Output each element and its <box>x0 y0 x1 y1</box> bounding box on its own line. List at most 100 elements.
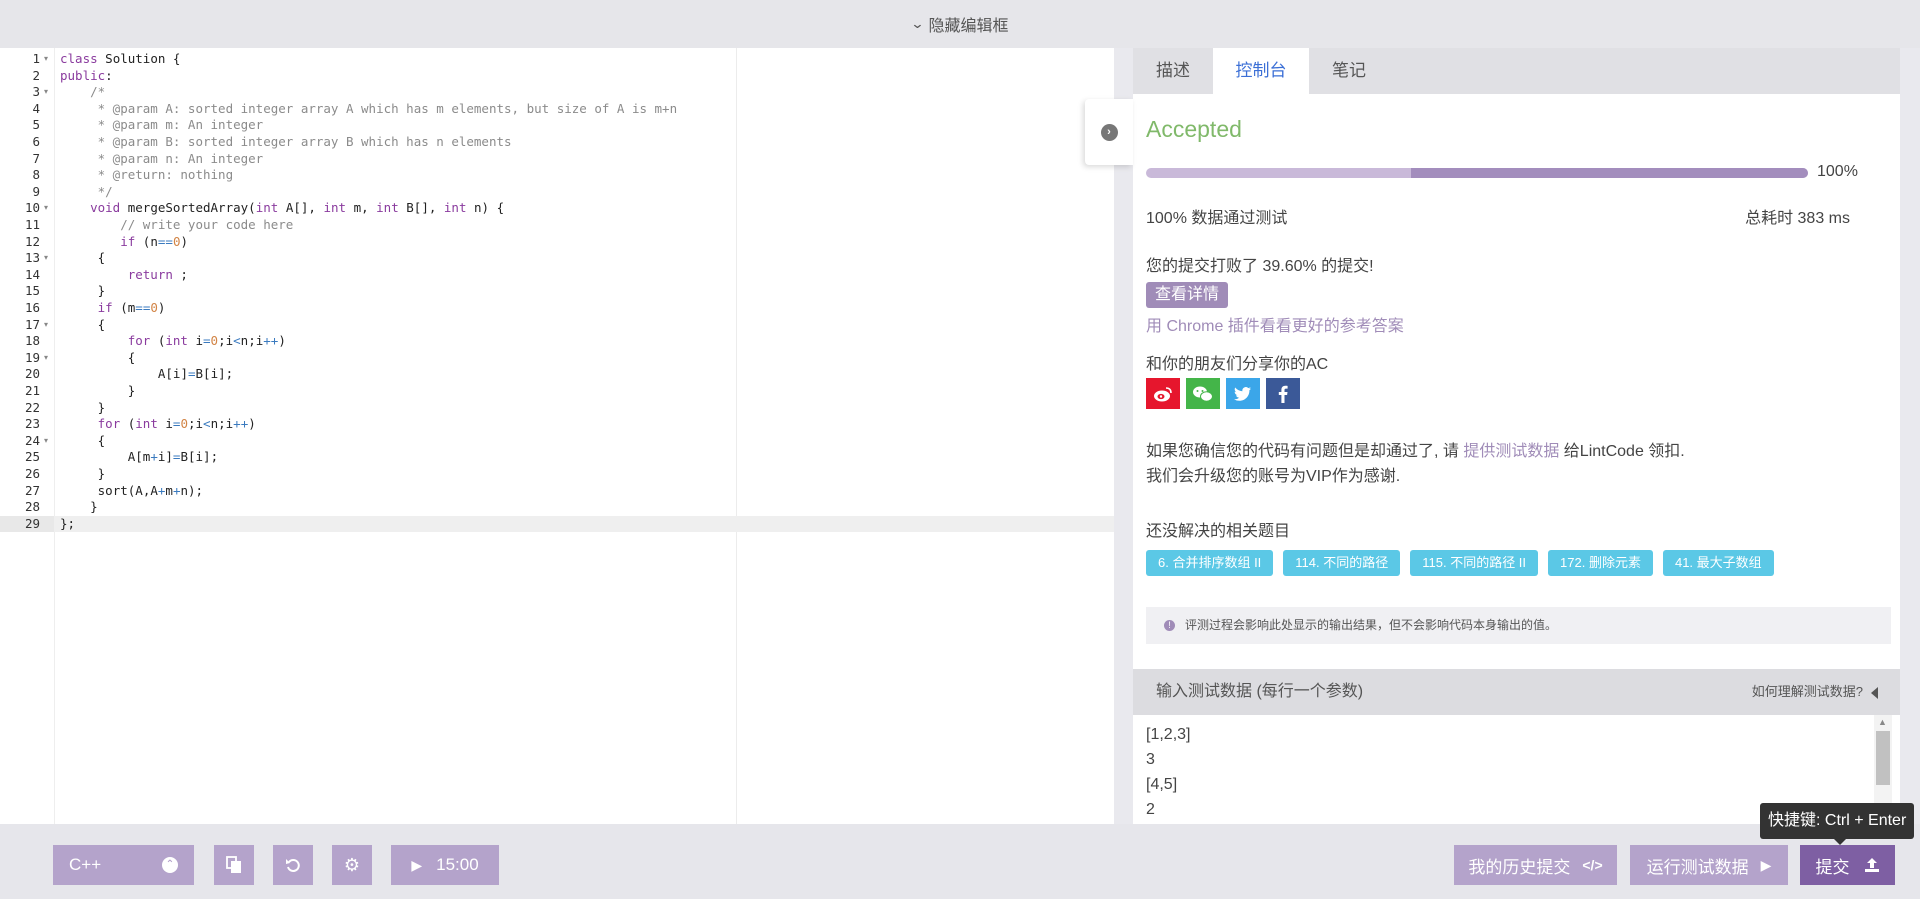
run-test-button[interactable]: 运行测试数据 ▶ <box>1630 845 1788 885</box>
line-number: 18 <box>24 333 40 349</box>
line-number: 8 <box>32 167 40 183</box>
chrome-plugin-link[interactable]: 用 Chrome 插件看看更好的参考答案 <box>1146 312 1404 336</box>
line-number: 9 <box>32 183 40 199</box>
code-line: A[i]=B[i]; <box>157 366 234 382</box>
code-line: { <box>60 432 106 448</box>
related-problem-chip[interactable]: 114. 不同的路径 <box>1283 550 1401 576</box>
status-accepted: Accepted <box>1146 116 1242 142</box>
hide-editor-toggle[interactable]: ⌄ 隐藏编辑框 <box>0 0 1920 48</box>
language-select[interactable]: C++ ⌃ <box>53 845 194 885</box>
line-number: 27 <box>24 482 40 498</box>
tab-notes[interactable]: 笔记 <box>1309 48 1389 94</box>
related-problem-chip[interactable]: 172. 删除元素 <box>1548 550 1653 576</box>
facebook-icon[interactable] <box>1266 378 1300 409</box>
test-input-line: 3 <box>1146 751 1155 768</box>
code-line: /* <box>60 84 106 100</box>
line-number: 6 <box>32 134 40 149</box>
code-line: class Solution { <box>60 51 181 66</box>
code-line: }; <box>54 515 1114 533</box>
fold-toggle-icon[interactable]: ▾ <box>44 350 48 367</box>
code-line: { <box>60 250 106 266</box>
related-problem-chip[interactable]: 115. 不同的路径 II <box>1410 550 1539 576</box>
line-number: 29 <box>0 515 54 533</box>
code-line: * @param m: An integer <box>60 117 264 133</box>
related-problem-chip[interactable]: 6. 合并排序数组 II <box>1146 550 1274 576</box>
code-line: */ <box>60 183 113 199</box>
shortcut-tooltip: 快捷键: Ctrl + Enter <box>1760 803 1915 845</box>
beat-text: 您的提交打败了 39.60% 的提交! <box>1146 258 1374 275</box>
run-label: 运行测试数据 <box>1646 857 1749 877</box>
test-data-help-link[interactable]: 如何理解测试数据? <box>1752 669 1878 715</box>
tooltip-keys: Ctrl + Enter <box>1824 812 1907 829</box>
view-details-button[interactable]: 查看详情 <box>1146 282 1229 308</box>
report-note-prefix: 如果您确信您的代码有问题但是却通过了, 请 <box>1146 443 1464 460</box>
fold-toggle-icon[interactable]: ▾ <box>44 250 48 267</box>
line-number: 4 <box>32 100 40 116</box>
fold-toggle-icon[interactable]: ▾ <box>44 51 48 68</box>
copy-icon <box>226 856 241 873</box>
bottom-toolbar: C++ ⌃ ⚙ ▶ 15:00 我的历史提交 </> 运行测试数据 ▶ 提交 <box>0 824 1920 899</box>
code-line: if (n==0) <box>120 233 188 249</box>
timer-button[interactable]: ▶ 15:00 <box>391 845 499 885</box>
code-line: return ; <box>127 266 188 282</box>
hide-editor-label: 隐藏编辑框 <box>928 18 1009 35</box>
settings-button[interactable]: ⚙ <box>332 845 372 885</box>
line-number: 11 <box>24 217 40 232</box>
fold-toggle-icon[interactable]: ▾ <box>44 317 48 334</box>
line-number: 14 <box>24 266 40 282</box>
progress-fill <box>1410 168 1808 178</box>
play-icon: ▶ <box>1760 856 1772 873</box>
related-title: 还没解决的相关题目 <box>1146 523 1291 540</box>
result-panel: 描述 控制台 笔记 Accepted 100% 100% 数据通过测试 总耗时 … <box>1133 48 1900 824</box>
line-number: 1 <box>32 51 40 66</box>
code-line: public: <box>60 67 113 83</box>
code-icon: </> <box>1582 857 1603 873</box>
info-box: ! 评测过程会影响此处显示的输出结果，但不会影响代码本身输出的值。 <box>1146 607 1891 644</box>
history-submissions-button[interactable]: 我的历史提交 </> <box>1454 845 1617 885</box>
info-text: 评测过程会影响此处显示的输出结果，但不会影响代码本身输出的值。 <box>1185 618 1558 632</box>
report-note-line2: 我们会升级您的账号为VIP作为感谢. <box>1146 468 1401 485</box>
line-number: 3 <box>32 84 40 100</box>
code-editor[interactable]: 1 ▾ 2 3 ▾ 4 5 6 7 8 9 10 ▾ 11 12 13 ▾ 14 15 16 17 ▾ 18 19 ▾ 20 21 2… <box>0 48 1114 824</box>
tab-console[interactable]: 控制台 <box>1213 48 1309 94</box>
code-line: A[m+i]=B[i]; <box>127 449 219 465</box>
twitter-icon[interactable] <box>1226 378 1260 409</box>
code-line: } <box>60 499 98 515</box>
related-problem-chip[interactable]: 41. 最大子数组 <box>1662 550 1774 576</box>
fold-toggle-icon[interactable]: ▾ <box>44 200 48 217</box>
scrollbar-thumb[interactable] <box>1876 731 1890 785</box>
upload-icon <box>1864 858 1879 872</box>
chevron-down-icon: ⌄ <box>909 16 925 31</box>
report-note: 如果您确信您的代码有问题但是却通过了, 请 提供测试数据 给LintCode 领… <box>1146 437 1685 461</box>
code-line: void mergeSortedArray(int A[], int m, in… <box>90 200 505 216</box>
collapse-panel-button[interactable]: › <box>1085 99 1133 165</box>
line-number: 16 <box>24 300 40 315</box>
code-line: if (m==0) <box>97 300 166 315</box>
scroll-up-icon[interactable]: ▲ <box>1878 717 1887 727</box>
line-number: 26 <box>24 466 40 481</box>
fold-toggle-icon[interactable]: ▾ <box>44 84 48 101</box>
tab-description[interactable]: 描述 <box>1133 48 1213 94</box>
code-line: { <box>60 349 136 365</box>
social-share-buttons <box>1146 378 1300 409</box>
language-label: C++ <box>69 855 102 874</box>
submit-button[interactable]: 提交 <box>1800 845 1895 885</box>
line-number: 25 <box>24 449 40 465</box>
copy-button[interactable] <box>214 845 254 885</box>
wechat-icon[interactable] <box>1186 378 1220 409</box>
reset-button[interactable] <box>273 845 313 885</box>
code-line: } <box>60 466 106 481</box>
progress-percent: 100% <box>1817 163 1858 180</box>
code-area[interactable]: class Solution {public: /* * @param A: s… <box>54 48 1114 824</box>
info-icon: ! <box>1164 620 1175 632</box>
fold-toggle-icon[interactable]: ▾ <box>44 433 48 450</box>
code-line: sort(A,A+m+n); <box>97 482 204 498</box>
line-number: 21 <box>24 383 40 398</box>
line-number: 12 <box>24 233 40 249</box>
provide-test-data-link[interactable]: 提供测试数据 <box>1463 443 1559 460</box>
code-line: for (int i=0;i<n;i++) <box>127 333 286 349</box>
code-line: * @param A: sorted integer array A which… <box>60 100 678 116</box>
passed-text: 100% 数据通过测试 <box>1146 210 1288 227</box>
line-number: 2 <box>32 67 40 83</box>
weibo-icon[interactable] <box>1146 378 1180 409</box>
